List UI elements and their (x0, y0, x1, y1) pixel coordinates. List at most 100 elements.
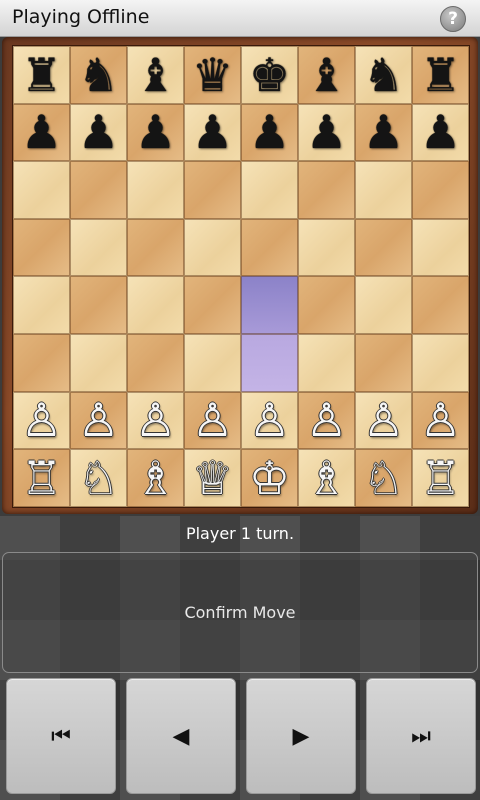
square-h1[interactable]: ♖ (412, 449, 469, 507)
white-bishop-piece[interactable]: ♗ (306, 455, 347, 501)
white-queen-piece[interactable]: ♕ (192, 455, 233, 501)
square-b5[interactable] (70, 218, 127, 277)
white-pawn-piece[interactable]: ♙ (306, 397, 347, 443)
white-rook-piece[interactable]: ♖ (420, 455, 461, 501)
black-pawn-piece[interactable]: ♟ (78, 109, 119, 155)
black-knight-piece[interactable]: ♞ (78, 52, 119, 98)
black-pawn-piece[interactable]: ♟ (249, 109, 290, 155)
black-knight-piece[interactable]: ♞ (363, 52, 404, 98)
square-a5[interactable] (13, 218, 70, 277)
square-f3[interactable] (298, 333, 355, 392)
confirm-move-button[interactable]: Confirm Move (2, 552, 478, 673)
square-h8[interactable]: ♜ (412, 46, 469, 104)
square-b7[interactable]: ♟ (70, 103, 127, 162)
black-rook-piece[interactable]: ♜ (21, 52, 62, 98)
black-pawn-piece[interactable]: ♟ (420, 109, 461, 155)
last-move-button[interactable]: ⏭ (366, 678, 476, 794)
square-a8[interactable]: ♜ (13, 46, 70, 104)
black-pawn-piece[interactable]: ♟ (135, 109, 176, 155)
chess-board[interactable]: ♜ ♞ ♝ ♛ ♚ ♝ ♞ ♜ ♟ ♟ ♟ ♟ ♟ ♟ ♟ ♟ ♙ ♙ ♙ ♙ ♙ ♙ ♙ ♙ ♖ ♘ ♗ ♕ ♔ ♗ ♘ ♖ (12, 45, 470, 508)
square-c1[interactable]: ♗ (127, 449, 184, 507)
white-pawn-piece[interactable]: ♙ (21, 397, 62, 443)
square-a4[interactable] (13, 276, 70, 334)
square-a3[interactable] (13, 333, 70, 392)
square-c8[interactable]: ♝ (127, 46, 184, 104)
square-a1[interactable]: ♖ (13, 449, 70, 507)
white-king-piece[interactable]: ♔ (249, 455, 290, 501)
square-c2[interactable]: ♙ (127, 391, 184, 450)
square-g5[interactable] (355, 218, 412, 277)
square-h2[interactable]: ♙ (412, 391, 469, 450)
square-g1[interactable]: ♘ (355, 449, 412, 507)
square-h4[interactable] (412, 276, 469, 334)
square-b3[interactable] (70, 333, 127, 392)
square-g3[interactable] (355, 333, 412, 392)
square-b6[interactable] (70, 161, 127, 219)
square-a7[interactable]: ♟ (13, 103, 70, 162)
square-a2[interactable]: ♙ (13, 391, 70, 450)
square-g6[interactable] (355, 161, 412, 219)
square-h6[interactable] (412, 161, 469, 219)
square-c7[interactable]: ♟ (127, 103, 184, 162)
square-e5[interactable] (241, 218, 298, 277)
square-d4[interactable] (184, 276, 241, 334)
square-f7[interactable]: ♟ (298, 103, 355, 162)
square-f8[interactable]: ♝ (298, 46, 355, 104)
black-bishop-piece[interactable]: ♝ (135, 52, 176, 98)
help-icon[interactable]: ? (440, 6, 466, 32)
square-e8[interactable]: ♚ (241, 46, 298, 104)
next-move-button[interactable]: ▶ (246, 678, 356, 794)
square-d1[interactable]: ♕ (184, 449, 241, 507)
square-f2[interactable]: ♙ (298, 391, 355, 450)
white-pawn-piece[interactable]: ♙ (135, 397, 176, 443)
square-h3[interactable] (412, 333, 469, 392)
black-pawn-piece[interactable]: ♟ (363, 109, 404, 155)
previous-move-button[interactable]: ◀ (126, 678, 236, 794)
square-c5[interactable] (127, 218, 184, 277)
square-f4[interactable] (298, 276, 355, 334)
white-pawn-piece[interactable]: ♙ (420, 397, 461, 443)
black-pawn-piece[interactable]: ♟ (306, 109, 347, 155)
black-pawn-piece[interactable]: ♟ (21, 109, 62, 155)
square-g2[interactable]: ♙ (355, 391, 412, 450)
square-e3[interactable] (241, 333, 298, 392)
black-king-piece[interactable]: ♚ (249, 52, 290, 98)
square-e4[interactable] (241, 276, 298, 334)
first-move-button[interactable]: ⏮ (6, 678, 116, 794)
square-g7[interactable]: ♟ (355, 103, 412, 162)
white-pawn-piece[interactable]: ♙ (249, 397, 290, 443)
square-e7[interactable]: ♟ (241, 103, 298, 162)
black-bishop-piece[interactable]: ♝ (306, 52, 347, 98)
square-f1[interactable]: ♗ (298, 449, 355, 507)
square-b8[interactable]: ♞ (70, 46, 127, 104)
square-e1[interactable]: ♔ (241, 449, 298, 507)
black-queen-piece[interactable]: ♛ (192, 52, 233, 98)
square-f6[interactable] (298, 161, 355, 219)
white-pawn-piece[interactable]: ♙ (192, 397, 233, 443)
white-knight-piece[interactable]: ♘ (78, 455, 119, 501)
white-knight-piece[interactable]: ♘ (363, 455, 404, 501)
black-rook-piece[interactable]: ♜ (420, 52, 461, 98)
square-b4[interactable] (70, 276, 127, 334)
square-a6[interactable] (13, 161, 70, 219)
white-pawn-piece[interactable]: ♙ (363, 397, 404, 443)
square-b2[interactable]: ♙ (70, 391, 127, 450)
square-d3[interactable] (184, 333, 241, 392)
square-d7[interactable]: ♟ (184, 103, 241, 162)
square-d5[interactable] (184, 218, 241, 277)
square-g4[interactable] (355, 276, 412, 334)
white-bishop-piece[interactable]: ♗ (135, 455, 176, 501)
square-c4[interactable] (127, 276, 184, 334)
square-f5[interactable] (298, 218, 355, 277)
square-g8[interactable]: ♞ (355, 46, 412, 104)
square-e2[interactable]: ♙ (241, 391, 298, 450)
black-pawn-piece[interactable]: ♟ (192, 109, 233, 155)
square-d8[interactable]: ♛ (184, 46, 241, 104)
square-h7[interactable]: ♟ (412, 103, 469, 162)
square-h5[interactable] (412, 218, 469, 277)
white-rook-piece[interactable]: ♖ (21, 455, 62, 501)
square-c6[interactable] (127, 161, 184, 219)
square-d6[interactable] (184, 161, 241, 219)
square-d2[interactable]: ♙ (184, 391, 241, 450)
square-e6[interactable] (241, 161, 298, 219)
